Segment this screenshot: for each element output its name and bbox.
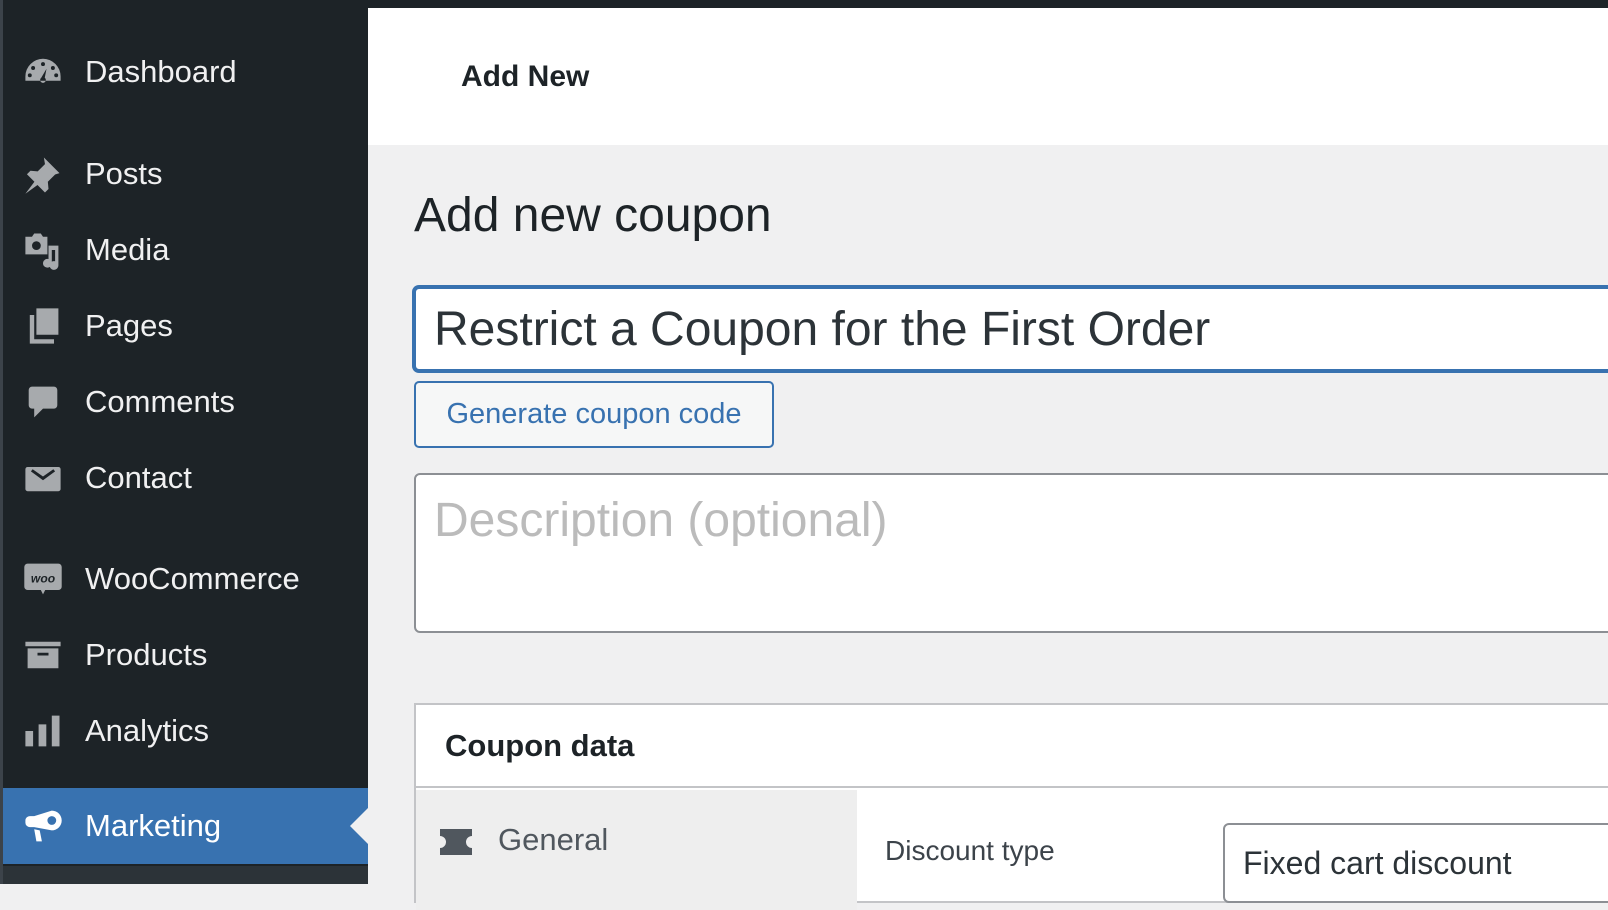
sidebar-item-dashboard[interactable]: Dashboard xyxy=(3,34,368,110)
svg-text:woo: woo xyxy=(31,571,55,585)
sidebar-item-label: Pages xyxy=(85,308,173,343)
pin-icon xyxy=(21,152,65,196)
sidebar-item-label: Products xyxy=(85,637,208,672)
tab-general[interactable]: General xyxy=(416,790,857,890)
sidebar-item-label: Media xyxy=(85,232,170,267)
sidebar-item-label: Posts xyxy=(85,156,163,191)
page-title: Add new coupon xyxy=(414,189,772,242)
sidebar-item-label: Analytics xyxy=(85,713,210,748)
discount-type-row: Discount type Fixed cart discount xyxy=(857,790,1608,910)
mail-icon xyxy=(21,456,65,500)
sidebar-item-contact[interactable]: Contact xyxy=(3,440,368,516)
generate-coupon-code-button[interactable]: Generate coupon code xyxy=(414,381,774,448)
bar-chart-icon xyxy=(21,709,65,753)
coupon-data-header[interactable]: Coupon data xyxy=(416,705,1608,788)
sidebar-item-marketing[interactable]: Marketing xyxy=(3,788,368,864)
sidebar-item-label: Marketing xyxy=(85,808,222,843)
sidebar-item-posts[interactable]: Posts xyxy=(3,136,368,212)
coupon-code-input[interactable] xyxy=(413,286,1608,372)
sidebar-item-comments[interactable]: Comments xyxy=(3,364,368,440)
page-header: Add New xyxy=(368,8,1608,145)
dashboard-icon xyxy=(21,50,65,94)
discount-type-label: Discount type xyxy=(885,835,1055,866)
description-textarea[interactable] xyxy=(414,473,1608,633)
sidebar-item-pages[interactable]: Pages xyxy=(3,288,368,364)
archive-icon xyxy=(21,633,65,677)
megaphone-icon xyxy=(21,804,65,848)
sidebar-item-label: Dashboard xyxy=(85,54,237,89)
pages-icon xyxy=(21,304,65,348)
coupon-data-tabs: General xyxy=(416,790,857,910)
header-title: Add New xyxy=(461,60,590,93)
coupon-data-panel: Coupon data General Discount type Fixed … xyxy=(414,703,1608,910)
sidebar-item-media[interactable]: Media xyxy=(3,212,368,288)
admin-sidebar: Dashboard Posts Media Pages Comments Con… xyxy=(0,0,368,884)
sidebar-item-label: Contact xyxy=(85,460,192,495)
comment-icon xyxy=(21,380,65,424)
sidebar-item-woocommerce[interactable]: woo WooCommerce xyxy=(3,541,368,617)
discount-type-select[interactable]: Fixed cart discount xyxy=(1223,823,1608,903)
sidebar-item-label: WooCommerce xyxy=(85,561,300,596)
coupon-data-title: Coupon data xyxy=(445,727,635,763)
sidebar-item-label: Comments xyxy=(85,384,235,419)
media-icon xyxy=(21,228,65,272)
tab-label: General xyxy=(498,822,609,857)
sidebar-item-analytics[interactable]: Analytics xyxy=(3,693,368,769)
ticket-icon xyxy=(440,827,472,855)
woo-icon: woo xyxy=(21,557,65,601)
sidebar-item-products[interactable]: Products xyxy=(3,617,368,693)
sidebar-next-item xyxy=(3,866,368,884)
